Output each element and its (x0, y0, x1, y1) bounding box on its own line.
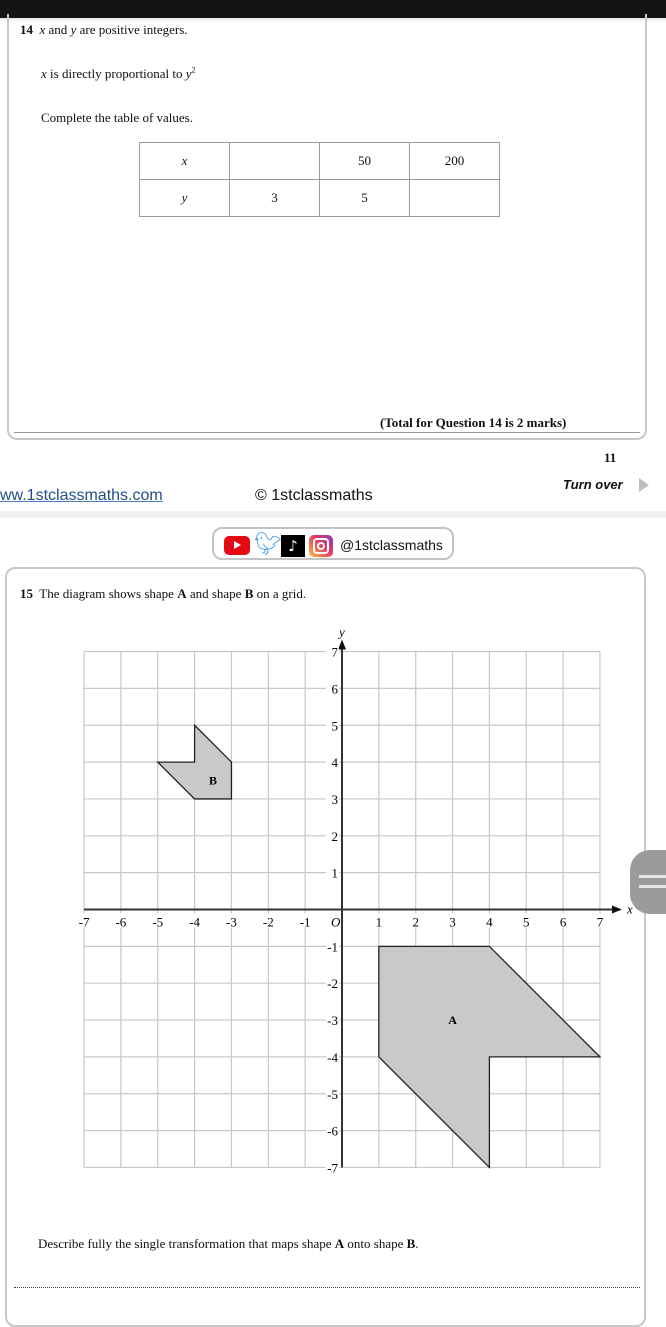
origin-label: O (331, 915, 341, 930)
y-tick-label: -5 (327, 1087, 338, 1102)
text: Describe fully the single transformation… (38, 1236, 335, 1251)
y-tick-label: -4 (327, 1050, 338, 1065)
y-tick-label: 6 (332, 681, 339, 696)
y-tick-label: -1 (327, 939, 338, 954)
y-tick-label: 1 (332, 866, 339, 881)
y-tick-label: 5 (332, 718, 339, 733)
handle-grip (639, 885, 666, 888)
x-tick-label: -2 (263, 915, 274, 930)
y-tick-label: 4 (332, 755, 339, 770)
x-tick-label: 4 (486, 915, 493, 930)
x-tick-label: 6 (560, 915, 567, 930)
x-tick-label: 7 (597, 915, 604, 930)
x-tick-label: 2 (412, 915, 419, 930)
handle-grip (639, 875, 666, 878)
text: onto shape (344, 1236, 407, 1251)
x-tick-label: -7 (79, 915, 90, 930)
coordinate-grid: ABxyO-7 -6 -5 -4 -3 -2 -1 1 2 3 4 5 6 77654321-1-2-3-… (78, 625, 633, 1175)
x-tick-label: -3 (226, 915, 237, 930)
y-tick-label: 7 (332, 645, 339, 660)
y-tick-label: 2 (332, 829, 339, 844)
shape-b-ref: B (406, 1236, 416, 1251)
shape-b (156, 723, 233, 800)
x-tick-label: -6 (115, 915, 126, 930)
y-tick-label: -7 (327, 1160, 338, 1175)
y-tick-label: -2 (327, 976, 338, 991)
q15-describe: Describe fully the single transformation… (38, 1236, 419, 1252)
x-tick-label: 1 (376, 915, 383, 930)
y-tick-label: -6 (327, 1124, 338, 1139)
x-tick-label: 5 (523, 915, 530, 930)
shape-label-b: B (209, 774, 217, 788)
x-axis-arrow-icon (611, 905, 622, 914)
shape-label-a: A (448, 1013, 457, 1027)
x-tick-label: -1 (300, 915, 311, 930)
scroll-handle[interactable] (630, 850, 666, 914)
shape-a-ref: A (334, 1236, 345, 1251)
y-axis-label: y (337, 625, 345, 640)
y-tick-label: -3 (327, 1013, 338, 1028)
answer-line[interactable] (14, 1287, 640, 1288)
x-tick-label: -4 (189, 915, 200, 930)
shape-a (378, 945, 602, 1170)
text: . (415, 1236, 419, 1251)
x-tick-label: -5 (152, 915, 163, 930)
y-axis-arrow-icon (338, 639, 346, 650)
y-tick-label: 3 (332, 792, 339, 807)
x-tick-label: 3 (449, 915, 456, 930)
